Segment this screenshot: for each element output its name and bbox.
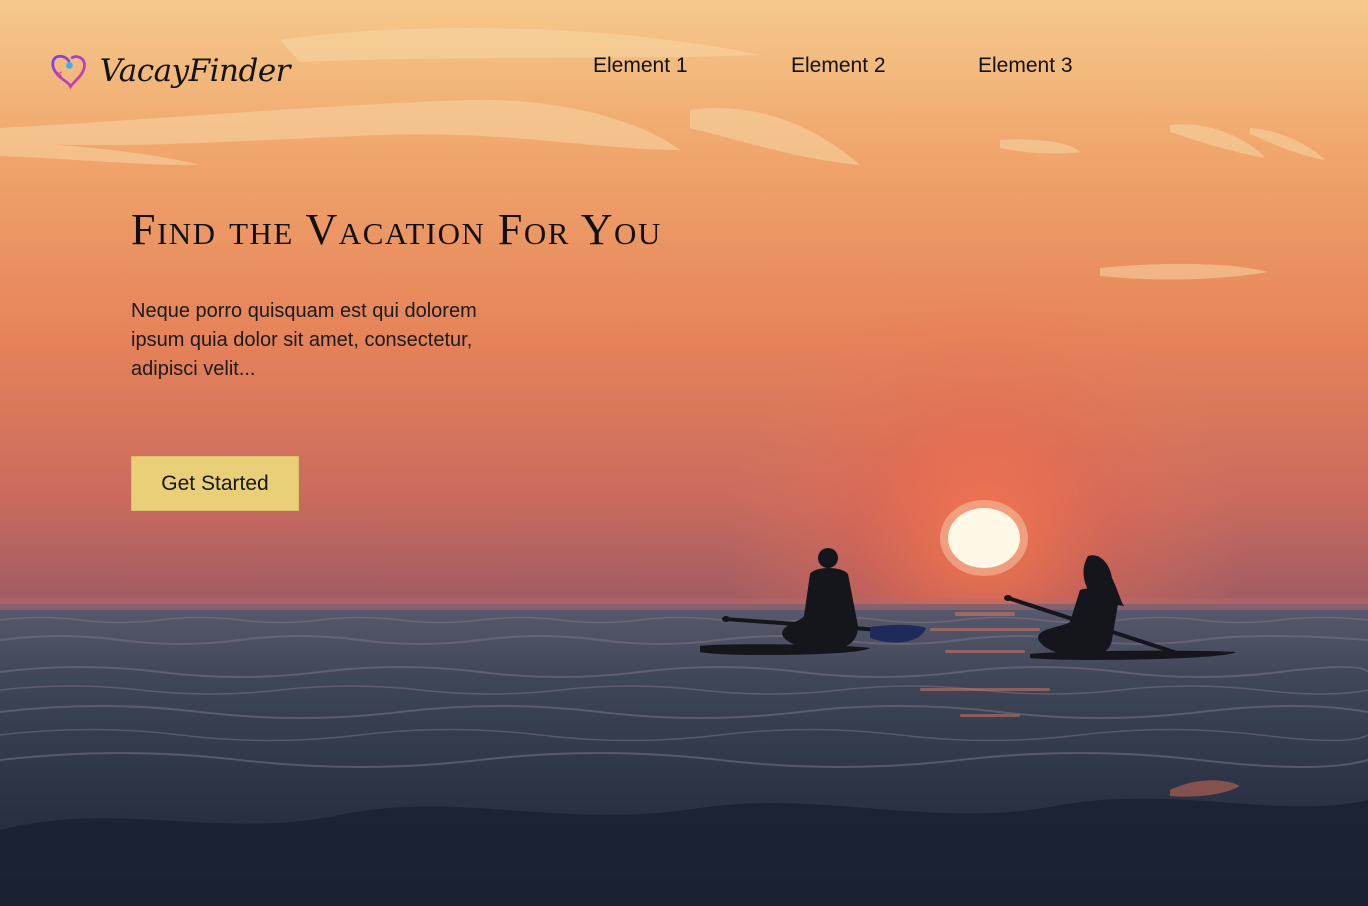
- hero-description: Neque porro quisquam est qui dolorem ips…: [131, 300, 477, 380]
- nav-element-1[interactable]: Element 1: [593, 54, 688, 78]
- top-navbar: VacayFinder Element 1 Element 2 Element …: [0, 0, 1368, 140]
- hero-title: Find the Vacation For You: [131, 205, 662, 254]
- get-started-button[interactable]: Get Started: [131, 456, 299, 511]
- landing-page: VacayFinder Element 1 Element 2 Element …: [0, 0, 1368, 906]
- nav-element-2[interactable]: Element 2: [791, 54, 886, 78]
- nav-element-3[interactable]: Element 3: [978, 54, 1073, 78]
- heart-logo-icon: [51, 54, 86, 90]
- brand-name: VacayFinder: [99, 53, 291, 89]
- brand-logo[interactable]: VacayFinder: [50, 36, 291, 106]
